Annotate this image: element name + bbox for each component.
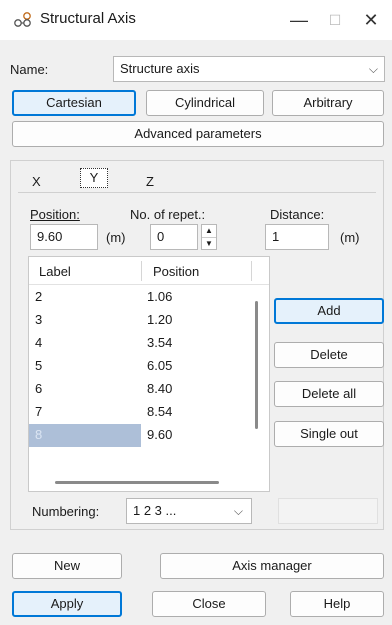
repetitions-value: 0 [157,229,165,244]
chevron-down-icon: ⌵ [368,62,378,76]
position-unit: (m) [106,230,126,245]
tab-z[interactable]: Z [146,174,154,189]
numbering-combobox[interactable]: 1 2 3 ... ⌵ [126,498,252,524]
name-combobox[interactable]: Structure axis ⌵ [113,56,385,82]
position-value: 9.60 [37,229,63,244]
table-row-selected[interactable]: 8 9.60 [29,424,259,447]
tab-divider [18,192,376,193]
table-header: Label Position [29,257,269,285]
tab-y-label: Y [89,170,99,185]
arbitrary-button[interactable]: Arbitrary [272,90,384,116]
axis-table[interactable]: Label Position 2 1.06 3 1.20 4 3.54 5 6.05 6… [28,256,270,492]
repetitions-label: No. of repet.: [130,207,206,222]
position-label: Position: [30,207,80,222]
arbitrary-label: Arbitrary [303,95,353,110]
position-input[interactable]: 9.60 [30,224,98,250]
selection-highlight [29,424,141,447]
window-title: Structural Axis [40,10,136,27]
cylindrical-label: Cylindrical [175,95,235,110]
close-dialog-button[interactable]: Close [152,591,266,617]
header-label: Label [39,264,71,279]
row-position: 9.60 [147,427,173,442]
cartesian-button[interactable]: Cartesian [12,90,136,116]
row-label: 2 [35,289,43,304]
tab-y[interactable]: Y [80,168,108,188]
close-button[interactable]: ✕ [354,6,388,34]
advanced-parameters-label: Advanced parameters [134,126,262,141]
row-label: 3 [35,312,43,327]
axis-manager-label: Axis manager [232,558,312,573]
header-divider [141,261,142,281]
delete-label: Delete [310,347,348,362]
axis-manager-button[interactable]: Axis manager [160,553,384,579]
maximize-button[interactable]: ☐ [318,6,352,34]
help-label: Help [323,596,351,611]
repetitions-stepper[interactable]: ▲ ▼ [201,224,217,250]
row-position: 3.54 [147,335,173,350]
table-row[interactable]: 5 6.05 [29,355,259,378]
new-button[interactable]: New [12,553,122,579]
repetitions-input[interactable]: 0 [150,224,198,250]
advanced-parameters-button[interactable]: Advanced parameters [12,121,384,147]
row-position: 8.40 [147,381,173,396]
apply-button[interactable]: Apply [12,591,122,617]
row-label: 5 [35,358,43,373]
cylindrical-button[interactable]: Cylindrical [146,90,264,116]
distance-unit: (m) [340,230,360,245]
name-value: Structure axis [120,61,200,76]
new-label: New [53,558,80,573]
row-label: 4 [35,335,43,350]
row-label: 7 [35,404,43,419]
numbering-label: Numbering: [32,504,100,519]
delete-all-button[interactable]: Delete all [274,381,384,407]
row-position: 8.54 [147,404,173,419]
table-row[interactable]: 7 8.54 [29,401,259,424]
spin-down-icon[interactable]: ▼ [202,238,216,250]
add-button[interactable]: Add [274,298,384,324]
distance-input[interactable]: 1 [265,224,329,250]
distance-label: Distance: [270,207,325,222]
row-label: 8 [35,427,43,442]
numbering-value: 1 2 3 ... [133,503,177,518]
horizontal-scrollbar[interactable] [55,481,219,484]
row-label: 6 [35,381,43,396]
title-bar: Structural Axis — ☐ ✕ [0,0,392,40]
disabled-field [278,498,378,524]
cartesian-label: Cartesian [46,95,102,110]
table-row[interactable]: 2 1.06 [29,286,259,309]
name-label: Name: [10,62,49,77]
distance-value: 1 [272,229,280,244]
delete-button[interactable]: Delete [274,342,384,368]
spin-up-icon[interactable]: ▲ [202,225,216,238]
single-out-label: Single out [300,426,358,441]
table-row[interactable]: 4 3.54 [29,332,259,355]
help-button[interactable]: Help [290,591,384,617]
single-out-button[interactable]: Single out [274,421,384,447]
add-label: Add [317,303,341,318]
header-divider [251,261,252,281]
row-position: 1.06 [147,289,173,304]
row-position: 6.05 [147,358,173,373]
minimize-button[interactable]: — [282,6,316,34]
table-row[interactable]: 3 1.20 [29,309,259,332]
row-position: 1.20 [147,312,173,327]
vertical-scrollbar[interactable] [255,301,258,429]
header-position: Position [153,264,200,279]
table-row[interactable]: 6 8.40 [29,378,259,401]
delete-all-label: Delete all [301,386,357,401]
tab-x[interactable]: X [32,174,41,189]
apply-label: Apply [50,596,84,611]
close-dialog-label: Close [192,596,226,611]
chevron-down-icon: ⌵ [233,504,243,518]
structural-axis-icon [14,12,31,27]
